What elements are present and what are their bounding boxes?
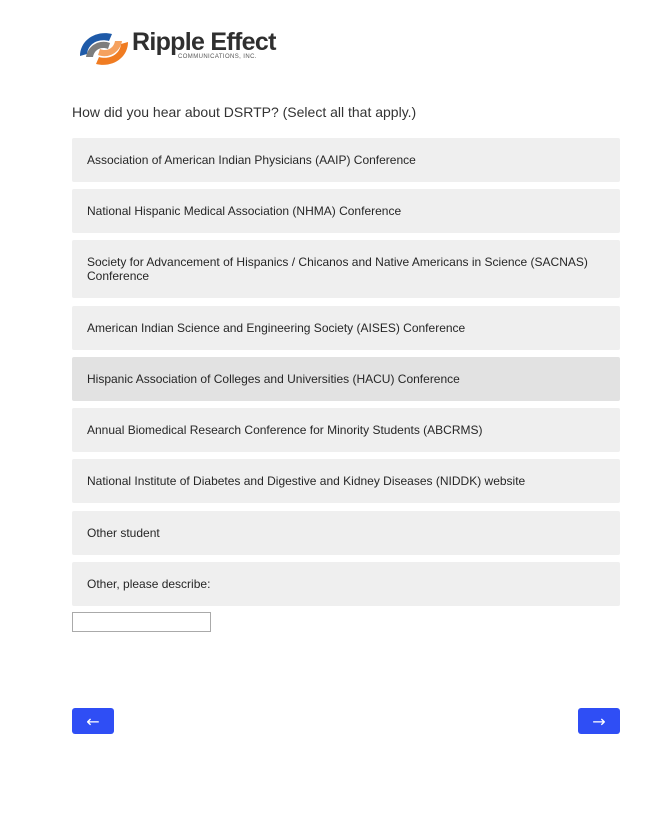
option-nhma[interactable]: National Hispanic Medical Association (N…: [72, 189, 620, 233]
option-label: Other student: [87, 526, 160, 540]
option-label: Association of American Indian Physician…: [87, 153, 416, 167]
option-niddk-website[interactable]: National Institute of Diabetes and Diges…: [72, 459, 620, 503]
option-label: Other, please describe:: [87, 577, 211, 591]
ripple-effect-logo-icon: [80, 33, 128, 65]
company-logo: Ripple Effect COMMUNICATIONS, INC.: [76, 26, 286, 72]
option-label: American Indian Science and Engineering …: [87, 321, 466, 335]
option-other-describe[interactable]: Other, please describe:: [72, 562, 620, 606]
option-label: National Institute of Diabetes and Diges…: [87, 474, 526, 488]
logo-name: Ripple Effect: [132, 28, 276, 56]
option-label: Hispanic Association of Colleges and Uni…: [87, 372, 460, 386]
arrow-right-icon: →: [592, 711, 606, 731]
option-aises[interactable]: American Indian Science and Engineering …: [72, 306, 620, 350]
option-sacnas[interactable]: Society for Advancement of Hispanics / C…: [72, 240, 620, 298]
option-label: Society for Advancement of Hispanics / C…: [87, 255, 588, 283]
logo-subtitle: COMMUNICATIONS, INC.: [178, 54, 257, 60]
question-text: How did you hear about DSRTP? (Select al…: [72, 104, 417, 120]
other-describe-input[interactable]: [72, 612, 211, 632]
back-button[interactable]: ←: [72, 708, 114, 734]
next-button[interactable]: →: [578, 708, 620, 734]
option-label: Annual Biomedical Research Conference fo…: [87, 423, 483, 437]
option-abcrms[interactable]: Annual Biomedical Research Conference fo…: [72, 408, 620, 452]
option-label: National Hispanic Medical Association (N…: [87, 204, 402, 218]
option-hacu[interactable]: Hispanic Association of Colleges and Uni…: [72, 357, 620, 401]
option-aaip[interactable]: Association of American Indian Physician…: [72, 138, 620, 182]
option-other-student[interactable]: Other student: [72, 511, 620, 555]
arrow-left-icon: ←: [86, 711, 100, 731]
